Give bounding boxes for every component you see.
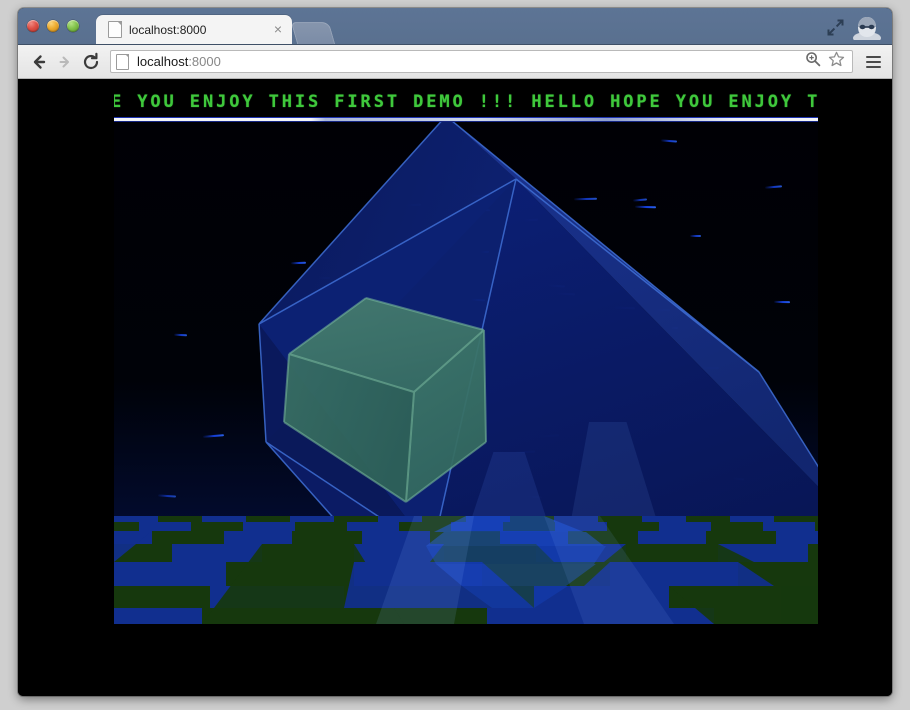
page-document-icon (116, 53, 129, 70)
omnibox-actions (805, 51, 847, 72)
webgl-demo-canvas[interactable]: E YOU ENJOY THIS FIRST DEMO !!! HELLO HO… (114, 90, 818, 624)
window-controls (827, 14, 882, 44)
window-zoom-button[interactable] (67, 20, 79, 32)
url-text: localhost:8000 (137, 54, 221, 69)
browser-titlebar: localhost:8000 × (18, 8, 892, 45)
browser-tab[interactable]: localhost:8000 × (96, 15, 292, 44)
hamburger-menu-icon[interactable] (862, 50, 884, 74)
reload-button[interactable] (78, 49, 104, 75)
tab-title: localhost:8000 (129, 22, 207, 37)
magnifier-zoom-icon[interactable] (805, 51, 821, 72)
window-minimize-button[interactable] (47, 20, 59, 32)
incognito-person-icon[interactable] (852, 14, 882, 44)
tab-close-icon[interactable]: × (270, 21, 286, 38)
tab-strip: localhost:8000 × (96, 15, 336, 44)
perspective-checkerboard-floor (114, 516, 818, 624)
url-port: :8000 (188, 54, 221, 69)
scrolling-text-banner: E YOU ENJOY THIS FIRST DEMO !!! HELLO HO… (114, 90, 818, 117)
url-host: localhost (137, 54, 189, 69)
page-viewport: E YOU ENJOY THIS FIRST DEMO !!! HELLO HO… (18, 79, 892, 696)
scroller-text: E YOU ENJOY THIS FIRST DEMO !!! HELLO HO… (114, 92, 818, 112)
new-tab-button[interactable] (290, 22, 336, 44)
tab-favicon-icon (108, 21, 122, 38)
star-bookmark-icon[interactable] (828, 51, 845, 72)
address-bar[interactable]: localhost:8000 (110, 50, 853, 73)
fullscreen-expand-icon[interactable] (827, 19, 844, 36)
back-button[interactable] (26, 49, 52, 75)
browser-toolbar: localhost:8000 (18, 45, 892, 79)
window-traffic-lights (27, 20, 79, 32)
window-close-button[interactable] (27, 20, 39, 32)
browser-window: localhost:8000 × localhost:8000 E YOU EN… (18, 8, 892, 696)
forward-button[interactable] (52, 49, 78, 75)
